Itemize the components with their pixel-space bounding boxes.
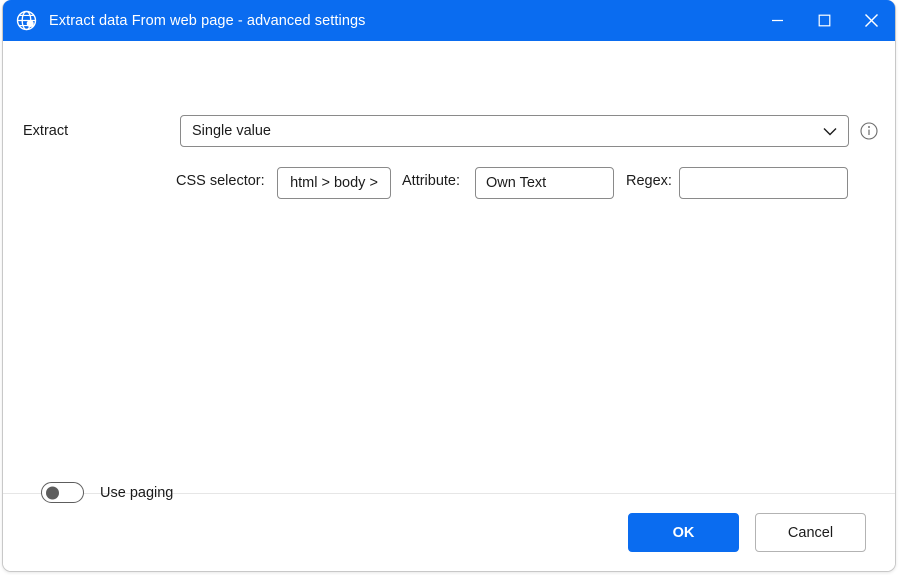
dialog-body: Extract Single value CSS selector: html … — [3, 41, 895, 503]
use-paging-row: Use paging — [41, 482, 173, 503]
dialog-window: Extract data From web page - advanced se… — [2, 0, 896, 572]
attribute-input[interactable]: Own Text — [475, 167, 614, 199]
info-icon[interactable] — [860, 122, 878, 140]
extract-mode-value: Single value — [192, 123, 271, 139]
use-paging-label: Use paging — [100, 484, 174, 501]
close-button[interactable] — [848, 0, 895, 41]
globe-icon — [15, 10, 37, 32]
close-icon — [865, 14, 878, 27]
extract-mode-dropdown[interactable]: Single value — [180, 115, 849, 147]
window-title: Extract data From web page - advanced se… — [49, 12, 366, 29]
toggle-knob — [46, 486, 59, 499]
window-controls — [754, 0, 895, 41]
minimize-button[interactable] — [754, 0, 801, 41]
extract-row: Extract Single value — [3, 115, 895, 147]
css-selector-label: CSS selector: — [176, 173, 265, 189]
ok-button[interactable]: OK — [628, 513, 739, 552]
cancel-button[interactable]: Cancel — [755, 513, 866, 552]
use-paging-toggle[interactable] — [41, 482, 84, 503]
attribute-value: Own Text — [486, 175, 547, 191]
extract-label: Extract — [23, 123, 69, 139]
regex-input[interactable] — [679, 167, 848, 199]
regex-label: Regex: — [626, 173, 672, 189]
chevron-down-icon — [823, 127, 837, 136]
title-bar: Extract data From web page - advanced se… — [3, 0, 895, 41]
maximize-icon — [818, 14, 831, 27]
selector-row: CSS selector: html > body > Attribute: O… — [3, 167, 895, 199]
attribute-label: Attribute: — [402, 173, 461, 189]
css-selector-input[interactable]: html > body > — [277, 167, 391, 199]
dialog-footer: OK Cancel — [3, 493, 895, 571]
css-selector-value: html > body > — [290, 175, 378, 191]
minimize-icon — [772, 19, 783, 22]
maximize-button[interactable] — [801, 0, 848, 41]
